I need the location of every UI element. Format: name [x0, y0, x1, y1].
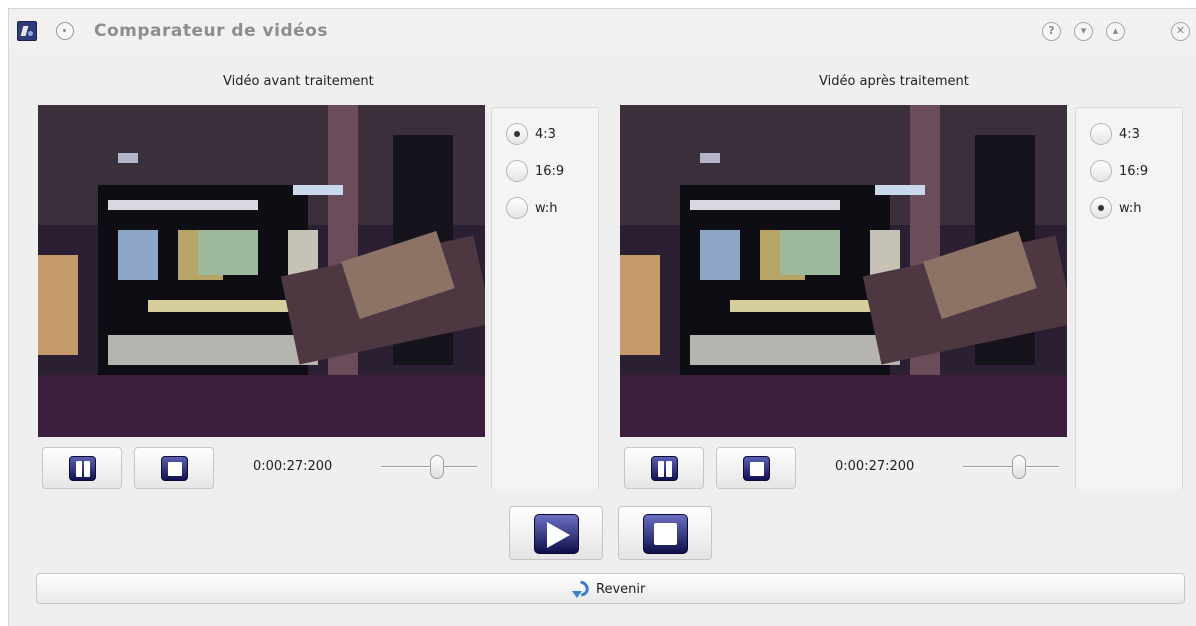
right-ratio-option[interactable]: w:h — [1090, 197, 1142, 219]
radio-label: 16:9 — [1119, 163, 1149, 179]
maximize-icon[interactable]: ▴ — [1106, 22, 1125, 41]
pause-icon — [651, 456, 678, 481]
volume-slider-before[interactable] — [381, 455, 477, 479]
right-ratio-option[interactable]: 16:9 — [1090, 160, 1148, 182]
slider-track — [963, 466, 1059, 468]
pause-button-after[interactable] — [624, 447, 704, 489]
timecode-after: 0:00:27:200 — [835, 459, 915, 474]
radio-button[interactable] — [1090, 160, 1112, 182]
undo-arrow-icon — [570, 580, 586, 598]
radio-label: 16:9 — [535, 163, 565, 179]
title-bar: Comparateur de vidéos ? ▾ ▴ ✕ — [9, 9, 1196, 49]
stop-button-after[interactable] — [716, 447, 796, 489]
slider-handle[interactable] — [1012, 455, 1026, 479]
right-ratio-option[interactable]: 4:3 — [1090, 123, 1140, 145]
video-before-label: Vidéo avant traitement — [223, 74, 374, 89]
back-button[interactable]: Revenir — [36, 573, 1185, 604]
video-after-label: Vidéo après traitement — [819, 74, 969, 89]
stop-button-before[interactable] — [134, 447, 214, 489]
help-icon[interactable]: ? — [1042, 22, 1061, 41]
left-ratio-option[interactable]: 4:3 — [506, 123, 556, 145]
app-icon — [17, 21, 37, 41]
radio-label: 4:3 — [535, 126, 556, 142]
radio-label: w:h — [535, 200, 558, 216]
window-menu-icon[interactable] — [56, 22, 74, 40]
radio-button[interactable] — [506, 197, 528, 219]
back-button-label: Revenir — [596, 581, 646, 597]
back-button-content: Revenir — [570, 580, 645, 598]
slider-handle[interactable] — [430, 455, 444, 479]
volume-slider-after[interactable] — [963, 455, 1059, 479]
stop-icon — [161, 456, 188, 481]
radio-button[interactable] — [1090, 197, 1112, 219]
minimize-icon[interactable]: ▾ — [1074, 22, 1093, 41]
right-ratio-panel: 4:3 16:9 w:h — [1075, 107, 1183, 489]
radio-button[interactable] — [1090, 123, 1112, 145]
video-after-frame — [620, 105, 1067, 437]
close-icon[interactable]: ✕ — [1171, 22, 1190, 41]
left-ratio-panel: 4:3 16:9 w:h — [491, 107, 599, 489]
radio-button[interactable] — [506, 123, 528, 145]
radio-label: 4:3 — [1119, 126, 1140, 142]
pause-button-before[interactable] — [42, 447, 122, 489]
play-icon — [534, 514, 579, 554]
timecode-before: 0:00:27:200 — [253, 459, 333, 474]
radio-button[interactable] — [506, 160, 528, 182]
slider-track — [381, 466, 477, 468]
radio-label: w:h — [1119, 200, 1142, 216]
stop-icon — [743, 456, 770, 481]
left-ratio-option[interactable]: w:h — [506, 197, 558, 219]
pause-icon — [69, 456, 96, 481]
video-before-frame — [38, 105, 485, 437]
window-title: Comparateur de vidéos — [94, 21, 328, 41]
play-both-button[interactable] — [509, 506, 603, 560]
stop-icon — [643, 514, 688, 554]
comparator-window: Comparateur de vidéos ? ▾ ▴ ✕ Vidéo avan… — [8, 8, 1196, 626]
left-ratio-option[interactable]: 16:9 — [506, 160, 564, 182]
stop-both-button[interactable] — [618, 506, 712, 560]
